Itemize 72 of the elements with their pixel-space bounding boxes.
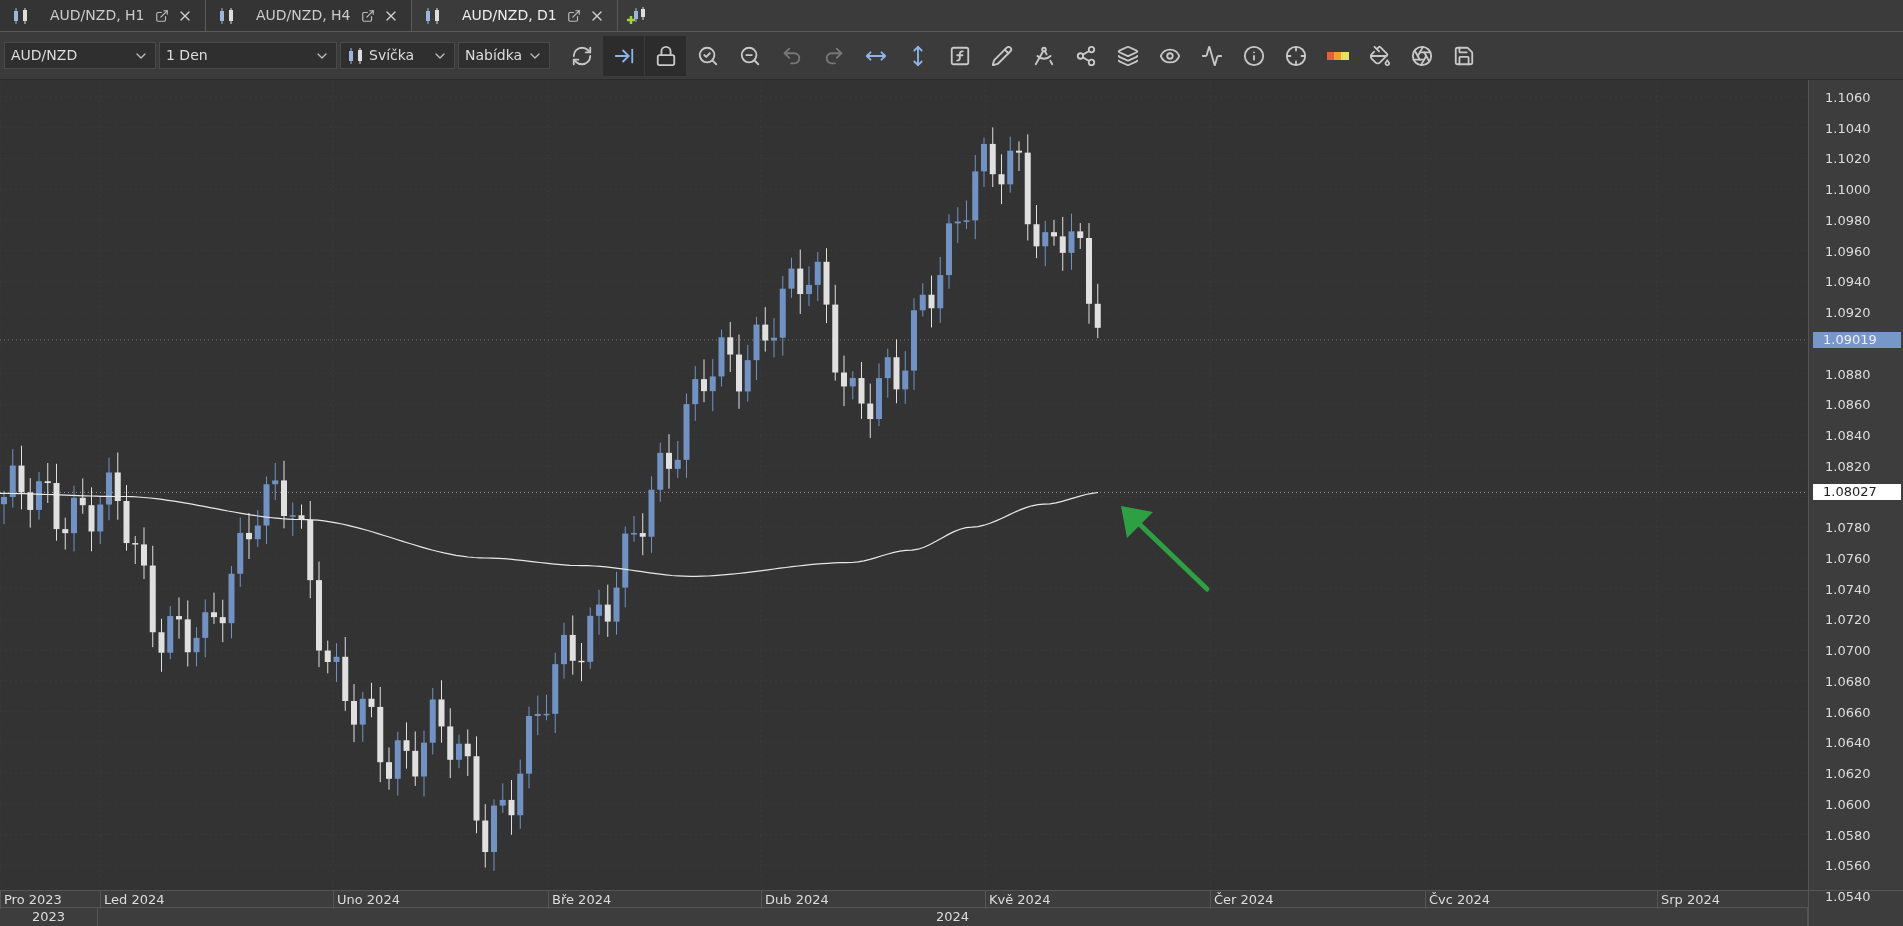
price-label: 1.0580 [1825, 828, 1871, 842]
price-label: 1.0660 [1825, 705, 1871, 719]
candle-icon [347, 46, 365, 65]
price-marker: 1.08027 [1813, 484, 1901, 501]
refresh-icon [570, 44, 593, 67]
wave-icon [1200, 44, 1223, 67]
price-label: 1.0780 [1825, 521, 1871, 535]
pencil-icon [990, 44, 1013, 67]
tab-label: AUD/NZD, H1 [50, 6, 146, 25]
price-label: 1.1000 [1825, 183, 1871, 197]
price-label: 1.1040 [1825, 121, 1871, 135]
price-label: 1.1020 [1825, 152, 1871, 166]
candle-icon [424, 6, 442, 25]
crosshair-icon [1284, 44, 1307, 67]
aperture-icon [1410, 44, 1433, 67]
popout-icon[interactable] [567, 8, 581, 23]
color-bar-icon [1326, 51, 1349, 60]
price-label: 1.0620 [1825, 767, 1871, 781]
candle-icon [218, 6, 236, 25]
layers-icon [1116, 44, 1139, 67]
function-icon [948, 44, 971, 67]
chart-type-dropdown[interactable]: Svíčka [340, 42, 455, 69]
price-label: 1.1060 [1825, 91, 1871, 104]
price-label: 1.0680 [1825, 674, 1871, 688]
price-label: 1.0560 [1825, 859, 1871, 873]
price-label: 1.0740 [1825, 582, 1871, 596]
tab-label: AUD/NZD, H4 [256, 6, 352, 25]
price-label: 1.0880 [1825, 367, 1871, 381]
toolbar-button[interactable] [645, 35, 686, 76]
price-label: 1.0980 [1825, 213, 1871, 227]
month-label: Dub 2024 [761, 891, 829, 909]
month-label: Srp 2024 [1657, 891, 1721, 909]
save-icon [1452, 44, 1475, 67]
popout-icon[interactable] [361, 8, 375, 23]
lock-icon [654, 44, 677, 67]
toolbar-button[interactable] [603, 35, 644, 76]
price-label: 1.0720 [1825, 613, 1871, 627]
compass-icon [1032, 44, 1055, 67]
timeframe-dropdown[interactable]: 1 Den [159, 42, 337, 69]
price-label: 1.0540 [1825, 889, 1871, 903]
price-label: 1.0840 [1825, 429, 1871, 442]
price-label: 1.0920 [1825, 306, 1871, 320]
price-label: 1.0940 [1825, 275, 1871, 289]
popout-icon[interactable] [155, 8, 169, 23]
year-label: 2024 [98, 908, 1808, 926]
month-label: Čvc 2024 [1425, 891, 1491, 909]
candle-icon [12, 6, 30, 25]
price-label: 1.0600 [1825, 797, 1871, 811]
price-type-dropdown[interactable]: Nabídka [458, 42, 550, 69]
month-label: Led 2024 [100, 891, 165, 909]
paint-bucket-icon [1368, 44, 1391, 67]
price-label: 1.0640 [1825, 736, 1871, 750]
zoom-out-icon [738, 44, 761, 67]
month-label: Pro 2023 [0, 891, 62, 909]
price-label: 1.0860 [1825, 398, 1871, 412]
price-label: 1.0700 [1825, 644, 1871, 658]
symbol-dropdown[interactable]: AUD/NZD [4, 42, 156, 69]
price-marker: 1.09019 [1813, 331, 1901, 348]
price-label: 1.0760 [1825, 551, 1871, 565]
month-label: Bře 2024 [548, 891, 612, 909]
month-label: Kvě 2024 [985, 891, 1051, 909]
info-icon [1242, 44, 1265, 67]
nodes-icon [1074, 44, 1097, 67]
year-label: 2023 [0, 908, 98, 926]
chart-tab[interactable]: AUD/NZD, H1 [0, 0, 206, 31]
month-label: Uno 2024 [333, 891, 400, 909]
tab-label: AUD/NZD, D1 [462, 6, 558, 25]
month-label: Čer 2024 [1210, 891, 1274, 909]
price-label: 1.0960 [1825, 244, 1871, 258]
new-chart-icon[interactable] [626, 5, 648, 26]
chart-tab[interactable]: AUD/NZD, H4 [206, 0, 412, 31]
price-label: 1.0820 [1825, 459, 1871, 473]
